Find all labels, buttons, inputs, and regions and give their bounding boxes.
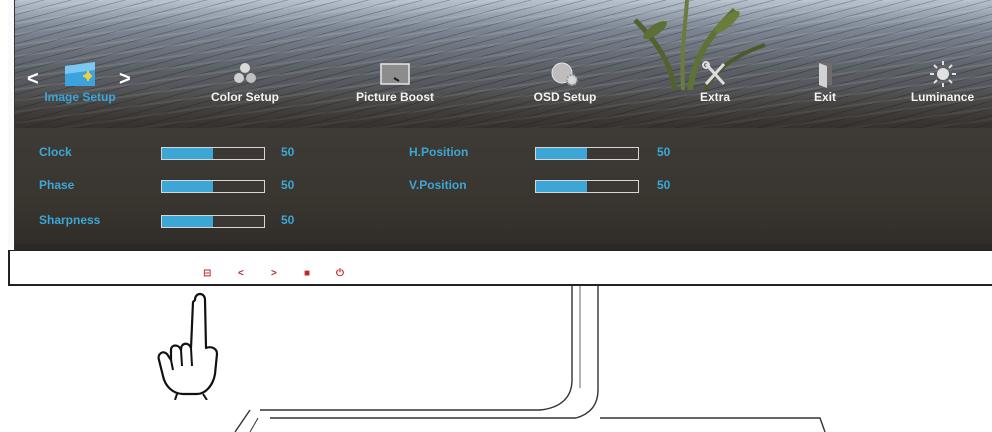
pointing-hand-icon (157, 292, 219, 400)
monitor-stand (234, 286, 826, 432)
